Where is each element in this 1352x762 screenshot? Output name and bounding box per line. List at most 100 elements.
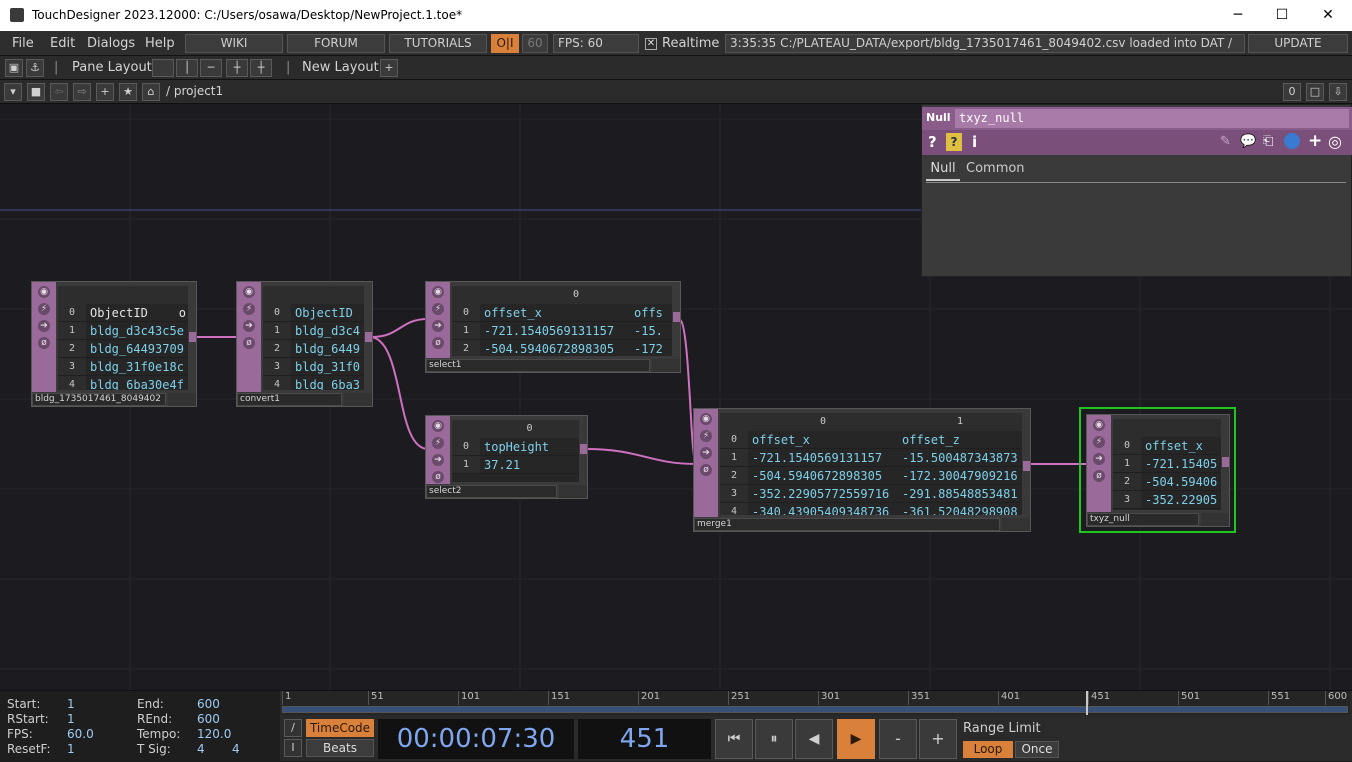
resetf-value[interactable]: 1 bbox=[67, 742, 75, 756]
node-select1[interactable]: ◉ ⚡ ➔ ø 0 0 offset_x offs 1 -721.1540569131… bbox=[425, 281, 681, 373]
bypass-icon[interactable]: ø bbox=[432, 337, 444, 349]
node-name[interactable]: convert1 bbox=[237, 393, 342, 406]
wiki-button[interactable]: WIKI bbox=[185, 34, 283, 53]
anchor-icon[interactable]: ⚓ bbox=[26, 59, 44, 77]
output-connector[interactable] bbox=[365, 332, 372, 342]
node-select2[interactable]: ◉ ⚡ ➔ ø 0 0 topHeight 1 37.21 select2 bbox=[425, 415, 588, 499]
output-connector[interactable] bbox=[580, 444, 587, 454]
node-flags[interactable] bbox=[168, 393, 196, 406]
network-view-icon[interactable]: ▣ bbox=[5, 59, 23, 77]
menu-file[interactable]: File bbox=[12, 36, 34, 51]
menu-dialogs[interactable]: Dialogs bbox=[87, 36, 135, 51]
play-forward-button[interactable]: ▶ bbox=[837, 719, 875, 759]
rewind-button[interactable]: ⏮ bbox=[715, 719, 753, 759]
layout-quad-button[interactable]: ┼ bbox=[250, 59, 272, 77]
pin-icon[interactable]: ⚡ bbox=[432, 437, 444, 449]
edit-icon[interactable]: ✎ bbox=[1220, 134, 1231, 149]
menu-help[interactable]: Help bbox=[145, 36, 175, 51]
viewer-toggle-icon[interactable]: ◉ bbox=[243, 286, 255, 298]
timeline-ruler[interactable]: 1 51 101 151 201 251 301 351 401 451 501… bbox=[282, 691, 1350, 715]
back-icon[interactable]: ⇦ bbox=[50, 83, 68, 101]
playhead[interactable] bbox=[1086, 691, 1088, 715]
pane-menu-icon[interactable]: ▾ bbox=[4, 83, 22, 101]
node-csv-dat[interactable]: ◉ ⚡ ➔ ø 0 ObjectID o 1 bldg_d3c43c5e 2 bldg_… bbox=[31, 281, 197, 407]
help-icon[interactable]: ? bbox=[928, 133, 937, 151]
add-operator-icon[interactable]: + bbox=[96, 83, 114, 101]
layout-three-button[interactable]: ┼ bbox=[226, 59, 248, 77]
viewer-toggle-icon[interactable]: ◉ bbox=[38, 286, 50, 298]
once-button[interactable]: Once bbox=[1015, 741, 1059, 758]
input-arrow-icon[interactable]: ➔ bbox=[243, 320, 255, 332]
fps-cap-button[interactable]: 60 bbox=[522, 34, 548, 53]
local-time-icon[interactable]: I bbox=[284, 739, 302, 757]
bypass-icon[interactable]: ø bbox=[243, 337, 255, 349]
output-connector[interactable] bbox=[189, 332, 196, 342]
pin-icon[interactable]: ⚡ bbox=[432, 303, 444, 315]
node-name[interactable]: merge1 bbox=[694, 518, 1000, 531]
pin-icon[interactable]: ⚡ bbox=[38, 303, 50, 315]
timeline-range-bar[interactable] bbox=[282, 706, 1348, 713]
rstart-value[interactable]: 1 bbox=[67, 712, 75, 726]
node-merge1[interactable]: ◉ ⚡ ➔ ø 01 0 offset_x offset_z 1 -721.15405… bbox=[693, 408, 1031, 532]
minimize-button[interactable]: ─ bbox=[1218, 4, 1258, 26]
node-flags[interactable] bbox=[1002, 518, 1030, 531]
step-back-button[interactable]: - bbox=[879, 719, 917, 759]
layout-single-button[interactable] bbox=[152, 59, 174, 77]
output-connector[interactable] bbox=[1023, 461, 1030, 471]
beats-button[interactable]: Beats bbox=[306, 739, 374, 757]
output-connector[interactable] bbox=[673, 312, 680, 322]
pin-icon[interactable]: ⚡ bbox=[243, 303, 255, 315]
tab-null[interactable]: Null bbox=[926, 161, 960, 181]
viewer-toggle-icon[interactable]: ◉ bbox=[700, 413, 712, 425]
maximize-pane-icon[interactable]: □ bbox=[1306, 83, 1324, 101]
operator-name-field[interactable]: txyz_null bbox=[955, 109, 1349, 128]
input-arrow-icon[interactable]: ➔ bbox=[432, 320, 444, 332]
network-path[interactable]: / project1 bbox=[166, 84, 223, 98]
maximize-button[interactable]: ☐ bbox=[1262, 4, 1302, 26]
node-txyz-null[interactable]: ◉ ⚡ ➔ ø 0 offset_x 1 -721.15405 2 -504.5940… bbox=[1086, 414, 1230, 527]
menu-edit[interactable]: Edit bbox=[50, 36, 75, 51]
play-reverse-button[interactable]: ◀ bbox=[795, 719, 833, 759]
node-flags[interactable] bbox=[1201, 513, 1229, 526]
timecode-display[interactable]: 00:00:07:30 bbox=[378, 719, 574, 759]
bypass-icon[interactable]: ø bbox=[38, 337, 50, 349]
add-layout-button[interactable]: + bbox=[380, 59, 398, 77]
tsig-numerator[interactable]: 4 bbox=[197, 742, 205, 756]
pin-icon[interactable]: ⚡ bbox=[700, 430, 712, 442]
tutorials-button[interactable]: TUTORIALS bbox=[389, 34, 487, 53]
start-value[interactable]: 1 bbox=[67, 697, 75, 711]
bypass-icon[interactable]: ø bbox=[1093, 470, 1105, 482]
rend-value[interactable]: 600 bbox=[197, 712, 220, 726]
bypass-icon[interactable]: ø bbox=[432, 471, 444, 483]
viewer-toggle-icon[interactable]: ◉ bbox=[1093, 419, 1105, 431]
close-button[interactable]: ✕ bbox=[1308, 4, 1348, 26]
home-icon[interactable]: ⌂ bbox=[142, 83, 160, 101]
input-arrow-icon[interactable]: ➔ bbox=[1093, 453, 1105, 465]
root-time-icon[interactable]: / bbox=[284, 719, 302, 737]
viewer-toggle-icon[interactable]: ◉ bbox=[432, 286, 444, 298]
fps-value[interactable]: 60.0 bbox=[67, 727, 94, 741]
tsig-denominator[interactable]: 4 bbox=[232, 742, 240, 756]
forum-button[interactable]: FORUM bbox=[287, 34, 385, 53]
import-icon[interactable]: ⇩ bbox=[1329, 83, 1347, 101]
cook-toggle-button[interactable]: O|I bbox=[491, 34, 519, 53]
step-forward-button[interactable]: + bbox=[919, 719, 957, 759]
input-arrow-icon[interactable]: ➔ bbox=[700, 447, 712, 459]
node-flags[interactable] bbox=[559, 485, 587, 498]
forward-icon[interactable]: ⇨ bbox=[73, 83, 91, 101]
node-name[interactable]: select2 bbox=[426, 485, 557, 498]
frame-display[interactable]: 451 bbox=[578, 719, 711, 759]
node-flags[interactable] bbox=[652, 359, 680, 372]
node-flags[interactable] bbox=[344, 393, 372, 406]
node-name[interactable]: select1 bbox=[426, 359, 650, 372]
layout-split-horizontal-button[interactable]: ─ bbox=[200, 59, 222, 77]
bookmark-star-icon[interactable]: ★ bbox=[119, 83, 137, 101]
realtime-checkbox[interactable]: ✕ bbox=[645, 38, 657, 50]
node-convert1[interactable]: ◉ ⚡ ➔ ø 0 ObjectID 1 bldg_d3c4 2 bldg_6449 … bbox=[236, 281, 373, 407]
python-icon[interactable] bbox=[1284, 133, 1300, 149]
input-arrow-icon[interactable]: ➔ bbox=[38, 320, 50, 332]
pin-icon[interactable]: ⚡ bbox=[1093, 436, 1105, 448]
bypass-icon[interactable]: ø bbox=[700, 464, 712, 476]
add-parameter-icon[interactable]: + bbox=[1308, 131, 1322, 151]
info-icon[interactable]: i bbox=[972, 133, 977, 151]
